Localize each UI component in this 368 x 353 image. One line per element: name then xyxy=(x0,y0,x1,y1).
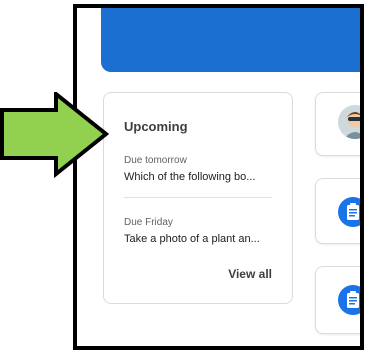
due-label: Due Friday xyxy=(124,217,173,228)
stream-post-card[interactable] xyxy=(315,92,360,156)
view-all-link[interactable]: View all xyxy=(228,267,272,281)
screen-frame: Upcoming Due tomorrow Which of the follo… xyxy=(73,4,364,350)
due-label: Due tomorrow xyxy=(124,155,187,166)
divider xyxy=(124,197,272,198)
upcoming-card: Upcoming Due tomorrow Which of the follo… xyxy=(103,92,293,304)
user-avatar-icon xyxy=(338,105,360,139)
stream-assignment-card[interactable] xyxy=(315,178,360,244)
class-banner xyxy=(101,8,360,72)
pointer-arrow-icon xyxy=(0,92,110,179)
stream-assignment-card[interactable] xyxy=(315,266,360,334)
upcoming-item-link[interactable]: Take a photo of a plant an... xyxy=(124,233,260,245)
upcoming-item-link[interactable]: Which of the following bo... xyxy=(124,171,255,183)
assignment-icon xyxy=(338,197,360,227)
assignment-icon xyxy=(338,285,360,315)
upcoming-title: Upcoming xyxy=(124,119,188,134)
